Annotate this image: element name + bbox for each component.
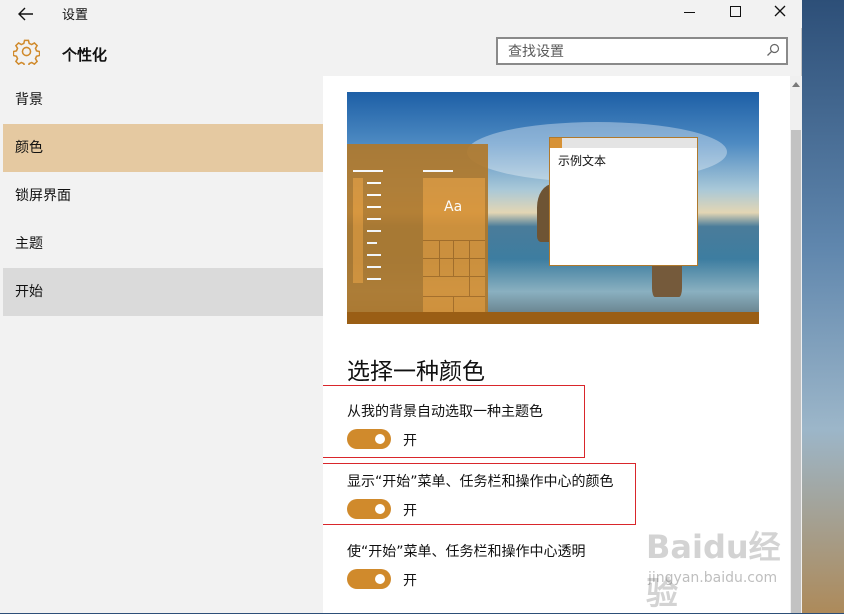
start-menu-line <box>367 266 381 268</box>
watermark-brand: Baidu经验 <box>646 528 781 612</box>
sidebar-item-lock-screen[interactable]: 锁屏界面 <box>3 172 323 220</box>
start-menu-line <box>367 194 381 196</box>
start-menu-line <box>367 206 381 208</box>
search-box[interactable] <box>496 37 788 65</box>
start-menu-line <box>367 230 381 232</box>
maximize-icon <box>730 6 741 17</box>
highlight-box <box>323 463 636 525</box>
sidebar-nav: 背景 颜色 锁屏界面 主题 开始 <box>3 76 323 613</box>
arrow-left-icon <box>18 7 33 21</box>
sidebar-item-colors[interactable]: 颜色 <box>3 124 323 172</box>
tile-divider <box>423 258 485 259</box>
tile-label: Aa <box>444 199 463 215</box>
transparency-toggle[interactable] <box>347 569 391 589</box>
theme-preview: Aa 示例文本 <box>347 92 759 324</box>
sample-window-accent <box>550 138 562 148</box>
transparency-state: 开 <box>403 573 417 589</box>
window-title: 设置 <box>62 8 89 23</box>
start-menu-line <box>367 182 381 184</box>
tile-divider <box>423 240 485 241</box>
start-menu-line <box>367 254 381 256</box>
start-menu-line <box>353 170 383 172</box>
watermark: Baidu经验 jingyan.baidu.com <box>640 522 810 612</box>
transparency-label: 使“开始”菜单、任务栏和操作中心透明 <box>347 544 586 560</box>
toggle-knob <box>375 574 385 584</box>
preview-sample-window: 示例文本 <box>549 137 698 266</box>
tile-divider <box>439 240 440 276</box>
preview-taskbar <box>347 312 759 324</box>
gear-icon <box>13 39 40 65</box>
tile-divider <box>423 276 485 277</box>
preview-tile-aa: Aa <box>423 178 485 238</box>
start-menu-line <box>367 218 381 220</box>
close-icon <box>774 5 786 17</box>
tile-divider <box>423 296 485 297</box>
minimize-button[interactable] <box>666 0 712 26</box>
tile-divider <box>453 296 454 312</box>
sample-window-titlebar <box>550 138 697 148</box>
start-menu-line <box>367 278 381 280</box>
preview-tiles: Aa <box>423 178 485 312</box>
tile-divider <box>453 240 454 276</box>
page-title: 个性化 <box>62 46 108 64</box>
sidebar-item-start[interactable]: 开始 <box>3 268 323 316</box>
start-menu-line <box>367 242 377 244</box>
watermark-url: jingyan.baidu.com <box>648 570 778 586</box>
title-bar: 设置 <box>0 0 802 28</box>
preview-start-menu: Aa <box>347 144 488 312</box>
tile-divider <box>469 240 470 296</box>
page-header: 个性化 <box>0 28 802 76</box>
minimize-icon <box>684 12 695 13</box>
tiles-header-line <box>423 170 453 172</box>
section-heading: 选择一种颜色 <box>347 359 485 385</box>
maximize-button[interactable] <box>712 0 758 26</box>
close-button[interactable] <box>757 0 803 26</box>
back-button[interactable] <box>12 4 40 24</box>
sample-window-text: 示例文本 <box>558 154 607 168</box>
sidebar-item-background[interactable]: 背景 <box>3 76 323 124</box>
scroll-up-icon[interactable] <box>792 82 800 87</box>
start-menu-rail <box>353 178 363 283</box>
search-input[interactable] <box>506 41 760 63</box>
sidebar-item-themes[interactable]: 主题 <box>3 220 323 268</box>
highlight-box <box>323 385 585 458</box>
search-icon[interactable] <box>766 43 780 57</box>
